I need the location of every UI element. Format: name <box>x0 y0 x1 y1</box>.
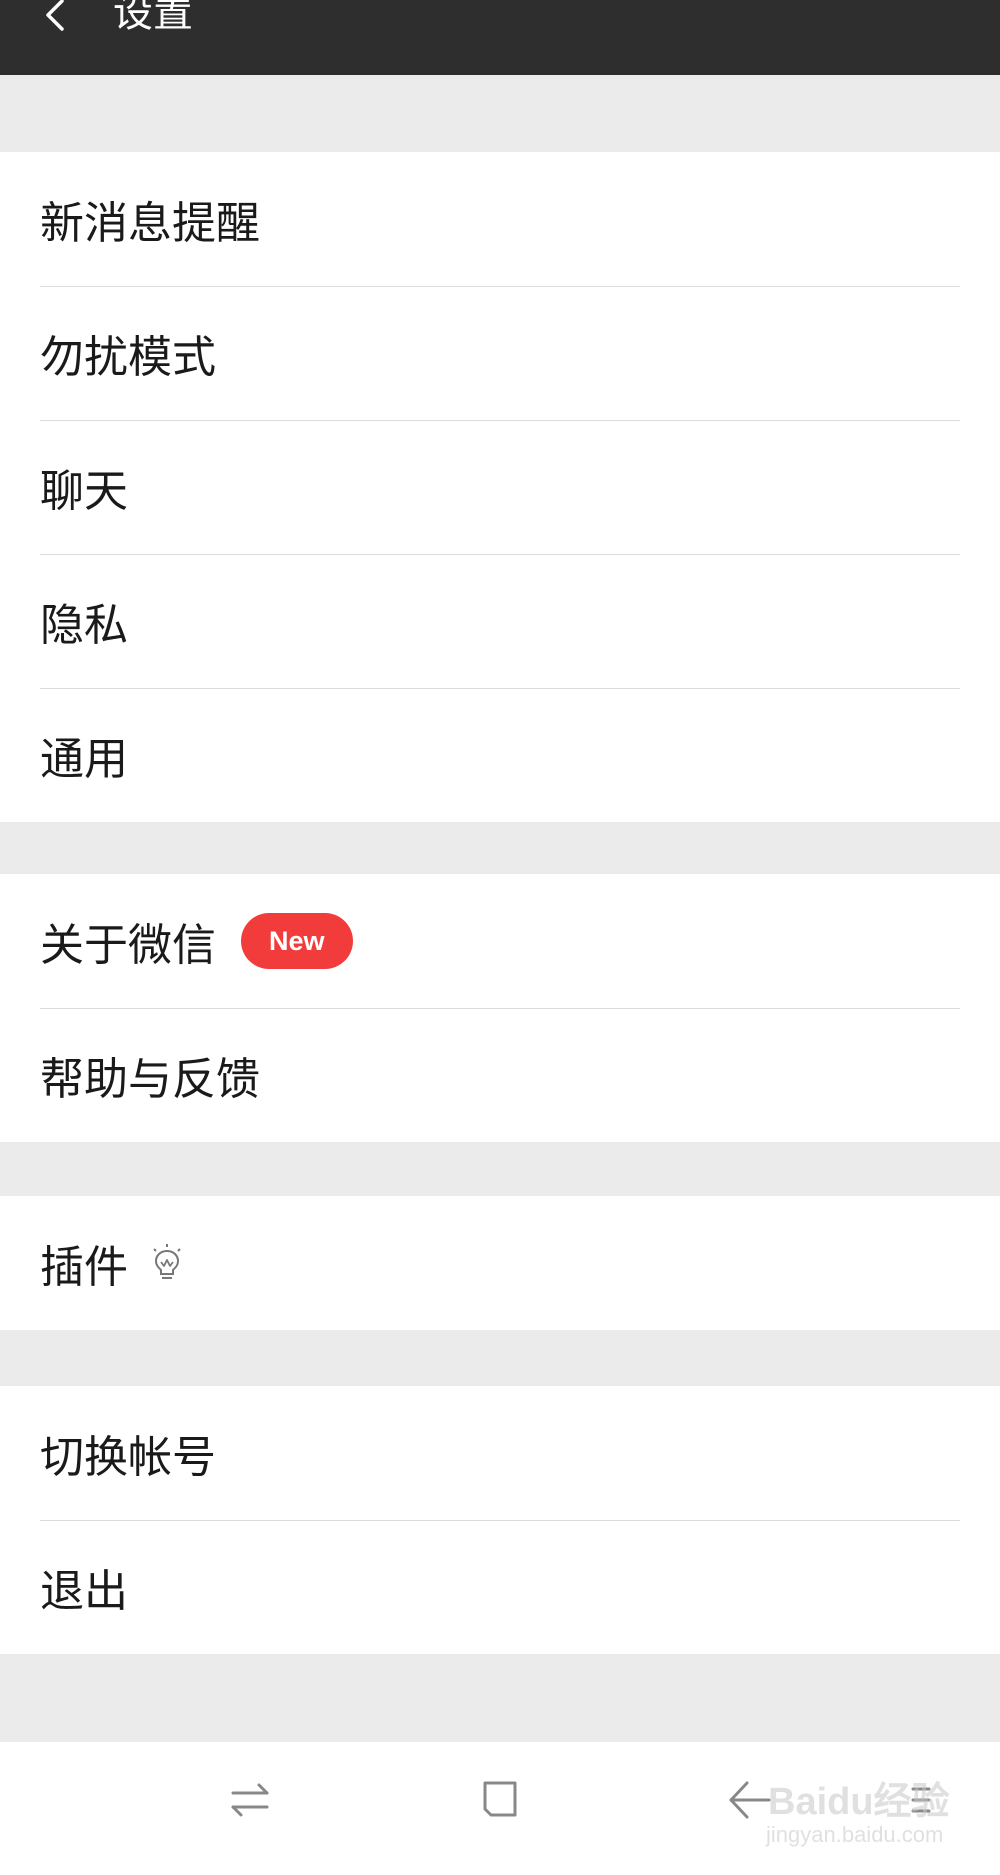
settings-item-label: 聊天 <box>40 466 128 517</box>
settings-item-label: 插件 <box>40 1242 128 1293</box>
settings-item-general[interactable]: 通用 <box>0 688 1000 822</box>
lightbulb-icon <box>150 1243 184 1283</box>
back-button[interactable] <box>30 0 80 42</box>
chevron-left-icon <box>40 0 70 39</box>
settings-group-account: 切换帐号 退出 <box>0 1386 1000 1654</box>
settings-item-label: 通用 <box>40 734 128 785</box>
settings-item-label: 帮助与反馈 <box>40 1054 260 1105</box>
settings-item-do-not-disturb[interactable]: 勿扰模式 <box>0 286 1000 420</box>
watermark-brand: Baidu经验 <box>768 1781 950 1823</box>
settings-group-plugins: 插件 <box>0 1196 1000 1330</box>
settings-item-plugins[interactable]: 插件 <box>0 1196 1000 1330</box>
settings-item-label: 退出 <box>40 1566 128 1617</box>
settings-group-about: 关于微信 New 帮助与反馈 <box>0 874 1000 1142</box>
settings-item-privacy[interactable]: 隐私 <box>0 554 1000 688</box>
settings-item-label: 新消息提醒 <box>40 198 260 249</box>
settings-item-label: 切换帐号 <box>40 1432 216 1483</box>
top-bar: 设置 <box>0 0 1000 75</box>
settings-group-general: 新消息提醒 勿扰模式 聊天 隐私 通用 <box>0 152 1000 822</box>
settings-page: 设置 新消息提醒 勿扰模式 聊天 隐私 通用 关于微信 New 帮助与反馈 插件 <box>0 0 1000 1875</box>
settings-item-logout[interactable]: 退出 <box>0 1520 1000 1654</box>
settings-item-switch-account[interactable]: 切换帐号 <box>0 1386 1000 1520</box>
settings-item-notifications[interactable]: 新消息提醒 <box>0 152 1000 286</box>
settings-item-label: 隐私 <box>40 600 128 651</box>
baidu-watermark: Baidu经验 jingyan.baidu.com <box>760 1762 970 1857</box>
settings-item-help-feedback[interactable]: 帮助与反馈 <box>0 1008 1000 1142</box>
watermark-url: jingyan.baidu.com <box>766 1822 944 1847</box>
recent-apps-swap-icon <box>227 1777 273 1827</box>
home-button[interactable] <box>450 1762 550 1842</box>
settings-item-chat[interactable]: 聊天 <box>0 420 1000 554</box>
settings-item-about-wechat[interactable]: 关于微信 New <box>0 874 1000 1008</box>
settings-item-label: 关于微信 <box>40 920 216 971</box>
page-title: 设置 <box>113 0 193 36</box>
home-square-icon <box>477 1777 523 1827</box>
new-badge: New <box>241 913 353 969</box>
settings-item-label: 勿扰模式 <box>40 332 216 383</box>
recent-apps-button[interactable] <box>200 1762 300 1842</box>
